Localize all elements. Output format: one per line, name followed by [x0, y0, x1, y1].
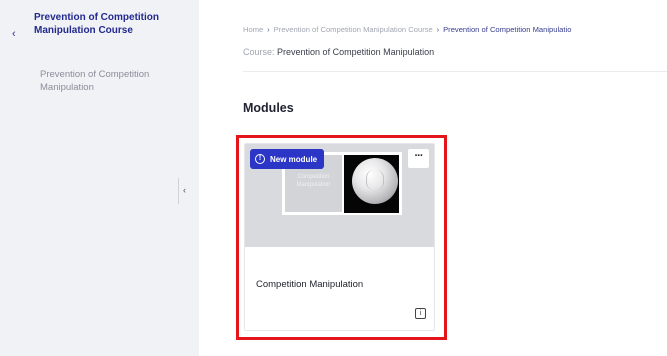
sidebar: ‹ Prevention of Competition Manipulation… [0, 0, 199, 356]
new-module-label: New module [270, 154, 318, 164]
module-thumbnail: Competition Manipulation ! New module ··… [245, 144, 434, 247]
module-title[interactable]: Competition Manipulation [256, 279, 363, 290]
alert-circle-icon: ! [255, 154, 265, 164]
new-module-badge[interactable]: ! New module [250, 149, 325, 169]
sidebar-collapse-divider [178, 178, 179, 204]
modules-heading: Modules [243, 101, 294, 115]
volleyball-image [352, 158, 398, 204]
info-icon[interactable]: i [415, 308, 426, 319]
sidebar-course-title[interactable]: Prevention of Competition Manipulation C… [34, 12, 174, 40]
breadcrumb-home[interactable]: Home [243, 25, 263, 34]
sidebar-collapse-button[interactable]: ‹ [183, 185, 186, 195]
chevron-left-icon[interactable]: ‹ [12, 12, 34, 40]
course-prefix: Course: [243, 47, 275, 57]
breadcrumb-current[interactable]: Prevention of Competition Manipulatio [443, 25, 571, 34]
course-info: Course: Prevention of Competition Manipu… [243, 47, 434, 57]
thumbnail-photo [344, 155, 399, 213]
sidebar-item-prevention-of-competition-manipulation[interactable]: Prevention of Competition Manipulation [40, 69, 180, 94]
sidebar-course-back-link[interactable]: ‹ Prevention of Competition Manipulation… [12, 12, 182, 40]
chevron-right-icon: › [267, 27, 270, 34]
divider [243, 71, 667, 72]
breadcrumb-course[interactable]: Prevention of Competition Manipulation C… [274, 25, 433, 34]
breadcrumb: Home › Prevention of Competition Manipulat… [243, 25, 667, 34]
chevron-right-icon: › [436, 27, 440, 34]
course-name: Prevention of Competition Manipulation [277, 47, 435, 57]
more-options-button[interactable]: ··· [407, 148, 430, 169]
module-card[interactable]: Competition Manipulation ! New module ··… [244, 143, 435, 331]
